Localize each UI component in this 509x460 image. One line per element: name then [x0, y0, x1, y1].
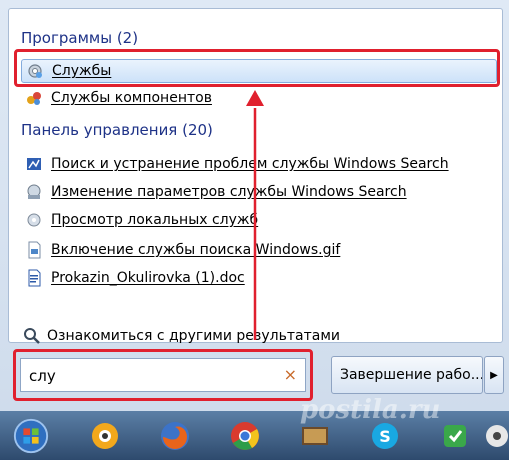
result-doc-file[interactable]: Prokazin_Okulirovka (1).doc — [25, 267, 495, 289]
control-panel-group-title: Панель управления (20) — [21, 121, 213, 139]
result-label: Поиск и устранение проблем службы Window… — [51, 156, 449, 172]
programs-group-title: Программы (2) — [21, 29, 139, 47]
svg-text:S: S — [379, 427, 391, 446]
highlight-services-result — [14, 49, 500, 87]
green-app-icon[interactable] — [436, 417, 474, 455]
result-label: Службы компонентов — [51, 90, 212, 106]
result-troubleshoot-search[interactable]: Поиск и устранение проблем службы Window… — [25, 153, 495, 175]
result-component-services[interactable]: Службы компонентов — [25, 87, 495, 109]
shutdown-options-button[interactable]: ▶ — [484, 356, 504, 394]
local-services-icon — [25, 211, 43, 229]
xnview-icon[interactable] — [86, 417, 124, 455]
see-more-results-link[interactable]: Ознакомиться с другими результатами — [23, 327, 340, 345]
shutdown-button[interactable]: Завершение рабо... — [331, 356, 483, 394]
result-label: Включение службы поиска Windows.gif — [51, 242, 341, 258]
result-gif-file[interactable]: Включение службы поиска Windows.gif — [25, 239, 495, 261]
chrome-icon[interactable] — [226, 417, 264, 455]
see-more-results-label: Ознакомиться с другими результатами — [47, 328, 340, 344]
result-label: Просмотр локальных служб — [51, 212, 259, 228]
highlight-search-box — [13, 349, 313, 401]
firefox-icon[interactable] — [156, 417, 194, 455]
media-icon[interactable] — [480, 417, 509, 455]
search-more-icon — [23, 327, 41, 345]
search-settings-icon — [25, 183, 43, 201]
watermark: postila.ru — [300, 395, 441, 425]
result-label: Изменение параметров службы Windows Sear… — [51, 184, 407, 200]
component-services-icon — [25, 89, 43, 107]
result-label: Prokazin_Okulirovka (1).doc — [51, 270, 245, 286]
troubleshoot-icon — [25, 155, 43, 173]
result-search-settings[interactable]: Изменение параметров службы Windows Sear… — [25, 181, 495, 203]
gif-file-icon — [25, 241, 43, 259]
result-local-services[interactable]: Просмотр локальных служб — [25, 209, 495, 231]
doc-file-icon — [25, 269, 43, 287]
start-orb-icon[interactable] — [12, 417, 50, 455]
